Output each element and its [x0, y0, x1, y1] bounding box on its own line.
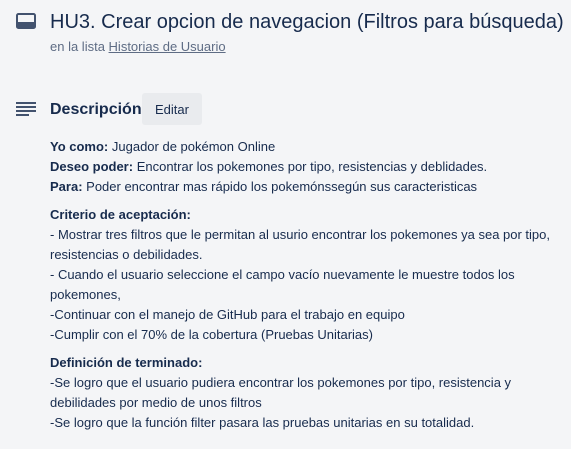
list-link[interactable]: Historias de Usuario — [109, 39, 226, 54]
criteria-item: - Cuando el usuario seleccione el campo … — [50, 267, 515, 302]
done-heading-text: Definición de terminado: — [50, 355, 203, 370]
edit-button[interactable]: Editar — [142, 93, 202, 125]
intro-label: Yo como: — [50, 139, 109, 154]
done-block: Definición de terminado: -Se logro que e… — [50, 353, 565, 433]
card-icon — [16, 13, 36, 29]
intro-label: Deseo poder: — [50, 159, 134, 174]
description-heading: Descripción — [50, 101, 142, 118]
criteria-item: - Mostrar tres filtros que le permitan a… — [50, 227, 551, 262]
list-prefix: en la lista — [50, 39, 109, 54]
intro-text: Encontrar los pokemones por tipo, resist… — [133, 159, 488, 174]
criteria-item: -Cumplir con el 70% de la cobertura (Pru… — [50, 327, 373, 342]
intro-text: Poder encontrar mas rápido los pokemónss… — [82, 179, 478, 194]
done-item: -Se logro que el usuario pudiera encontr… — [50, 375, 512, 410]
done-heading: Definición de terminado: — [50, 353, 565, 373]
intro-line: Deseo poder: Encontrar los pokemones por… — [50, 157, 565, 177]
list-reference: en la lista Historias de Usuario — [50, 39, 226, 55]
description-icon — [16, 102, 36, 116]
criteria-block: Criterio de aceptación: - Mostrar tres f… — [50, 205, 565, 345]
intro-line: Yo como: Jugador de pokémon Online — [50, 137, 565, 157]
description-body[interactable]: Yo como: Jugador de pokémon Online Deseo… — [50, 137, 565, 441]
criteria-item: -Continuar con el manejo de GitHub para … — [50, 307, 405, 322]
intro-block: Yo como: Jugador de pokémon Online Deseo… — [50, 137, 565, 197]
card-detail: HU3. Crear opcion de navegacion (Filtros… — [0, 0, 571, 449]
done-item: -Se logro que la función filter pasara l… — [50, 415, 475, 430]
intro-text: Jugador de pokémon Online — [108, 139, 276, 154]
criteria-heading-text: Criterio de aceptación: — [50, 207, 191, 222]
criteria-heading: Criterio de aceptación: — [50, 205, 565, 225]
intro-line: Para: Poder encontrar mas rápido los pok… — [50, 177, 565, 197]
intro-label: Para: — [50, 179, 83, 194]
card-title[interactable]: HU3. Crear opcion de navegacion (Filtros… — [50, 10, 564, 34]
